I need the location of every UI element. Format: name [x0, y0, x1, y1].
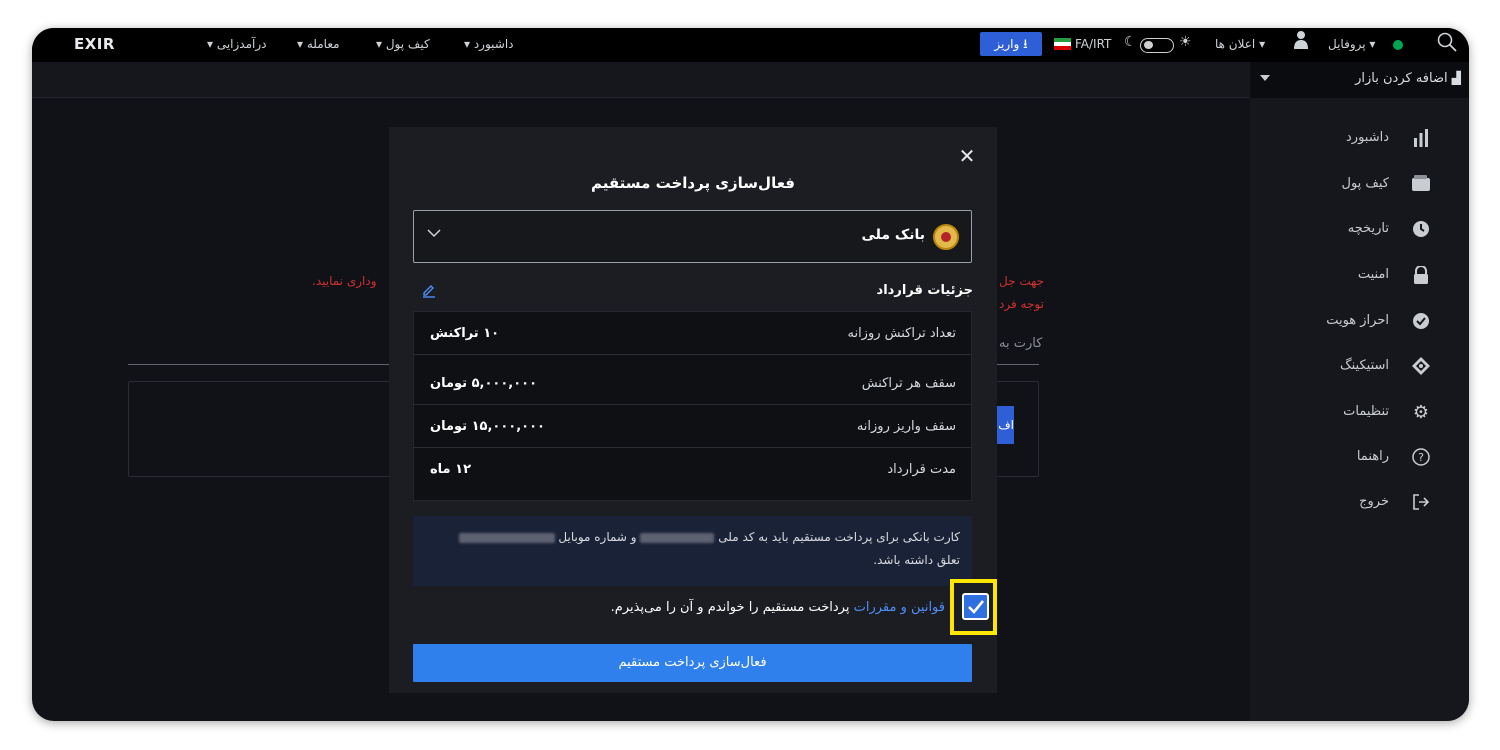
table-row: سقف واریز روزانه ۱۵,۰۰۰,۰۰۰ تومان: [414, 405, 971, 448]
contract-details-table: تعداد تراکنش روزانه ۱۰ تراکنش سقف هر ترا…: [413, 311, 972, 501]
sidebar-item-settings[interactable]: ⚙ تنظیمات: [1251, 401, 1431, 425]
sidebar-item-dashboard[interactable]: داشبورد: [1251, 127, 1431, 151]
close-icon[interactable]: ✕: [957, 146, 977, 166]
exir-logo[interactable]: EXIR: [74, 35, 115, 53]
terms-checkbox[interactable]: [962, 593, 989, 620]
sidebar-item-wallet[interactable]: کیف پول: [1251, 173, 1431, 197]
sidebar-item-history[interactable]: تاریخچه: [1251, 218, 1431, 242]
download-icon: ⭳: [1023, 37, 1028, 52]
clock-icon: [1411, 220, 1431, 240]
background-note-fragment: توجه فرد: [999, 297, 1044, 311]
gear-icon: ⚙: [1412, 402, 1430, 423]
sun-icon: ☀: [1179, 34, 1192, 50]
market-chart-icon: ▟: [1451, 71, 1461, 85]
contract-details-title: جزئیات قرارداد: [876, 283, 973, 298]
background-warning-fragment-left: وداری نمایید.: [312, 274, 377, 288]
sidebar-item-logout[interactable]: خروج: [1251, 491, 1431, 515]
nav-trade[interactable]: معامله ▾: [297, 37, 340, 51]
check-icon: [968, 600, 985, 614]
chevron-down-icon: [427, 229, 441, 238]
mobile-number-redacted: [458, 532, 555, 543]
logout-icon: [1411, 493, 1431, 513]
nav-dashboard[interactable]: داشبورد ▾: [464, 37, 514, 51]
background-warning-fragment-right: جهت جل: [999, 274, 1045, 288]
iran-flag-icon: [1054, 38, 1071, 50]
modal-title: فعال‌سازی پرداخت مستقیم: [591, 174, 795, 192]
add-market-selector[interactable]: ▟ اضافه کردن بازار: [1250, 62, 1469, 98]
notice-line-1: کارت بانکی برای پرداخت مستقیم باید به کد…: [458, 530, 960, 544]
sidebar: داشبورد کیف پول تاریخچه امنیت احراز هویت: [1250, 98, 1469, 721]
terms-link[interactable]: قوانین و مقررات: [854, 600, 945, 615]
bar-chart-icon: [1411, 129, 1431, 149]
terms-checkbox-highlight: [950, 579, 997, 635]
nav-earn[interactable]: درآمدزایی ▾: [207, 37, 267, 51]
search-icon[interactable]: [1437, 32, 1457, 56]
app-window: EXIR درآمدزایی ▾ معامله ▾ کیف پول ▾ داشب…: [32, 28, 1469, 721]
help-icon: ?: [1411, 448, 1431, 468]
notice-line-2: تعلق داشته باشد.: [873, 553, 960, 567]
sidebar-item-staking[interactable]: استیکینگ: [1251, 355, 1431, 379]
top-navbar: EXIR درآمدزایی ▾ معامله ▾ کیف پول ▾ داشب…: [32, 28, 1469, 62]
svg-text:?: ?: [1418, 451, 1424, 464]
edit-icon[interactable]: [421, 282, 437, 298]
currency-label[interactable]: FA/IRT: [1075, 37, 1111, 51]
activate-direct-payment-button[interactable]: فعال‌سازی پرداخت مستقیم: [413, 644, 972, 682]
chevron-down-icon: [1260, 75, 1270, 81]
verified-icon: [1411, 312, 1431, 332]
sidebar-item-help[interactable]: ? راهنما: [1251, 446, 1431, 470]
online-status-icon: [1393, 40, 1403, 50]
sub-bar: [32, 62, 1250, 98]
wallet-icon: [1411, 175, 1431, 195]
direct-payment-modal: ✕ فعال‌سازی پرداخت مستقیم بانک ملی جزئیا…: [389, 127, 997, 693]
background-card-label: کارت به: [999, 336, 1043, 351]
table-row: تعداد تراکنش روزانه ۱۰ تراکنش: [414, 312, 971, 355]
sidebar-item-security[interactable]: امنیت: [1251, 264, 1431, 288]
announcements-menu[interactable]: ▾ اعلان ها: [1215, 37, 1265, 51]
bank-melli-logo-icon: [933, 224, 959, 250]
deposit-button[interactable]: ⭳ واریز: [980, 32, 1042, 56]
bank-card-notice: کارت بانکی برای پرداخت مستقیم باید به کد…: [413, 516, 972, 586]
profile-menu[interactable]: ▾ پروفایل: [1328, 37, 1375, 51]
sidebar-item-verification[interactable]: احراز هویت: [1251, 310, 1431, 334]
table-row: مدت قرارداد ۱۲ ماه: [430, 462, 956, 477]
terms-agreement: قوانین و مقررات پرداخت مستقیم را خواندم …: [610, 600, 945, 615]
user-icon[interactable]: [1294, 30, 1308, 54]
bank-select[interactable]: بانک ملی: [413, 210, 972, 263]
staking-icon: [1411, 357, 1431, 377]
nav-wallet[interactable]: کیف پول ▾: [376, 37, 430, 51]
bank-name: بانک ملی: [861, 227, 925, 243]
moon-icon: ☾: [1124, 34, 1137, 50]
theme-toggle[interactable]: [1140, 38, 1174, 53]
lock-icon: [1411, 265, 1431, 286]
table-row: سقف هر تراکنش ۵,۰۰۰,۰۰۰ تومان: [414, 362, 971, 405]
national-code-redacted: [640, 532, 715, 543]
